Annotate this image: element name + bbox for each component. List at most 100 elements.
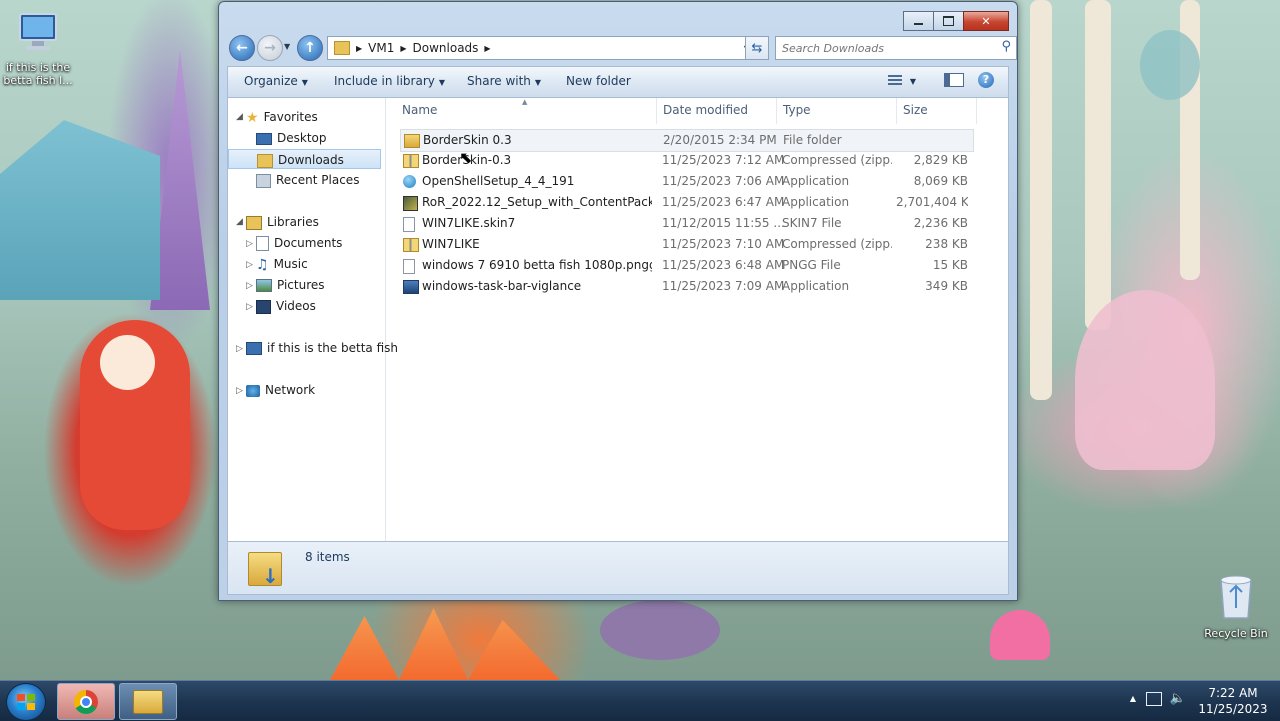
mouse-cursor-icon: ⬉ <box>459 148 473 167</box>
include-in-library-label: Include in library <box>334 74 435 88</box>
clock-time: 7:22 AM <box>1208 686 1258 700</box>
nav-documents[interactable]: Documents <box>256 233 342 253</box>
collapse-arrow-icon[interactable]: ◢ <box>236 217 243 227</box>
organize-button[interactable]: Organize ▼ <box>244 74 308 88</box>
forward-button[interactable]: → <box>257 35 283 61</box>
minimize-button[interactable] <box>903 11 934 31</box>
action-center-icon[interactable] <box>1146 692 1162 706</box>
up-button[interactable]: ↑ <box>297 35 323 61</box>
shell-app-icon <box>403 175 416 188</box>
file-row[interactable]: WIN7LIKE 11/25/2023 7:10 AM Compressed (… <box>400 234 972 255</box>
nav-network[interactable]: Network <box>246 380 315 400</box>
close-icon: ✕ <box>981 14 991 28</box>
nav-label: Downloads <box>278 153 344 167</box>
expand-arrow-icon[interactable]: ▷ <box>246 281 253 291</box>
column-divider[interactable] <box>776 98 777 124</box>
nav-computer[interactable]: if this is the betta fish <box>246 338 398 358</box>
nav-desktop[interactable]: Desktop <box>256 128 327 148</box>
column-header-date[interactable]: Date modified <box>663 103 748 117</box>
show-hidden-icons-button[interactable]: ▲ <box>1130 694 1136 703</box>
windows-explorer-icon <box>133 689 163 714</box>
column-header-size[interactable]: Size <box>903 103 928 117</box>
share-with-label: Share with <box>467 74 531 88</box>
desktop-icon <box>256 132 272 145</box>
recent-pages-dropdown[interactable]: ▼ <box>284 42 290 51</box>
breadcrumb-vm1[interactable]: VM1 <box>368 41 394 55</box>
file-row[interactable]: windows-task-bar-viglance 11/25/2023 7:0… <box>400 276 972 297</box>
include-in-library-button[interactable]: Include in library ▼ <box>334 74 445 88</box>
file-size: 349 KB <box>925 279 968 293</box>
minimize-icon <box>914 23 923 25</box>
volume-muted-icon[interactable]: 🔈 <box>1170 691 1186 706</box>
expand-arrow-icon[interactable]: ▷ <box>236 386 243 396</box>
breadcrumb-separator-icon: ▶ <box>356 43 363 53</box>
nav-favorites[interactable]: ★ Favorites <box>246 107 318 127</box>
file-row[interactable]: BorderSkin-0.3 11/25/2023 7:12 AM Compre… <box>400 150 972 171</box>
nav-label: Desktop <box>277 131 327 145</box>
wallpaper-tree <box>1085 0 1111 330</box>
refresh-icon: ⇆ <box>751 40 763 56</box>
taskbar-explorer-button[interactable] <box>119 683 177 720</box>
nav-label: Pictures <box>277 278 325 292</box>
share-with-button[interactable]: Share with ▼ <box>467 74 541 88</box>
expand-arrow-icon[interactable]: ▷ <box>246 260 253 270</box>
nav-downloads[interactable]: Downloads <box>228 149 381 169</box>
address-bar[interactable]: ▶ VM1 ▶ Downloads ▶ ▼ <box>327 36 759 60</box>
search-icon[interactable]: ⚲ <box>1001 39 1011 54</box>
file-row[interactable]: BorderSkin 0.3 2/20/2015 2:34 PM File fo… <box>400 129 974 152</box>
up-arrow-icon: ↑ <box>304 40 316 56</box>
file-date: 2/20/2015 2:34 PM <box>663 133 777 147</box>
forward-arrow-icon: → <box>264 40 276 56</box>
search-input[interactable] <box>776 37 994 59</box>
file-date: 11/25/2023 7:09 AM <box>662 279 785 293</box>
taskbar-chrome-button[interactable] <box>57 683 115 720</box>
setup-app-icon <box>403 196 418 211</box>
collapse-arrow-icon[interactable]: ◢ <box>236 112 243 122</box>
file-size: 8,069 KB <box>913 174 968 188</box>
column-divider[interactable] <box>656 98 657 124</box>
breadcrumb-downloads[interactable]: Downloads <box>413 41 479 55</box>
search-box[interactable]: ⚲ <box>775 36 1017 60</box>
file-date: 11/25/2023 6:47 AM <box>662 195 785 209</box>
nav-recent-places[interactable]: Recent Places <box>256 170 359 190</box>
expand-arrow-icon[interactable]: ▷ <box>246 302 253 312</box>
folder-icon <box>404 134 420 148</box>
start-button[interactable] <box>6 683 46 721</box>
downloads-folder-icon <box>257 153 273 168</box>
wallpaper-flowers <box>330 608 560 680</box>
nav-libraries[interactable]: Libraries <box>246 212 319 232</box>
column-header-name[interactable]: Name <box>402 103 437 117</box>
wallpaper-tree <box>1030 0 1052 400</box>
new-folder-button[interactable]: New folder <box>566 74 631 88</box>
file-name: OpenShellSetup_4_4_191 <box>422 174 575 188</box>
nav-videos[interactable]: Videos <box>256 296 316 316</box>
file-row[interactable]: RoR_2022.12_Setup_with_ContentPack 11/25… <box>400 192 972 213</box>
help-button[interactable]: ? <box>978 72 994 88</box>
item-count: 8 items <box>305 550 350 564</box>
preview-pane-button[interactable] <box>944 73 964 90</box>
column-divider[interactable] <box>976 98 977 124</box>
desktop-icon-label: if this is the betta fish l... <box>3 61 73 87</box>
column-header-type[interactable]: Type <box>783 103 811 117</box>
nav-label: Music <box>273 257 308 271</box>
expand-arrow-icon[interactable]: ▷ <box>236 344 243 354</box>
expand-arrow-icon[interactable]: ▷ <box>246 239 253 249</box>
desktop-icon-recycle-bin[interactable]: Recycle Bin <box>1198 572 1274 640</box>
taskbar-clock[interactable]: 7:22 AM 11/25/2023 <box>1198 685 1268 717</box>
change-view-button[interactable]: ▼ <box>888 73 916 87</box>
back-button[interactable]: ← <box>229 35 255 61</box>
close-button[interactable]: ✕ <box>963 11 1009 31</box>
nav-label: Documents <box>274 236 343 250</box>
nav-pictures[interactable]: Pictures <box>256 275 325 295</box>
desktop-icon-computer[interactable]: if this is the betta fish l... <box>0 10 76 87</box>
nav-music[interactable]: ♫ Music <box>256 254 308 274</box>
maximize-button[interactable] <box>933 11 964 31</box>
file-row[interactable]: windows 7 6910 betta fish 1080p.pngg 11/… <box>400 255 972 276</box>
file-row[interactable]: OpenShellSetup_4_4_191 11/25/2023 7:06 A… <box>400 171 972 192</box>
refresh-button[interactable]: ⇆ <box>745 36 769 60</box>
file-row[interactable]: WIN7LIKE.skin7 11/12/2015 11:55 ... SKIN… <box>400 213 972 234</box>
network-icon <box>246 384 260 397</box>
file-type: File folder <box>783 133 842 147</box>
file-size: 2,701,404 KB <box>896 195 968 209</box>
column-divider[interactable] <box>896 98 897 124</box>
